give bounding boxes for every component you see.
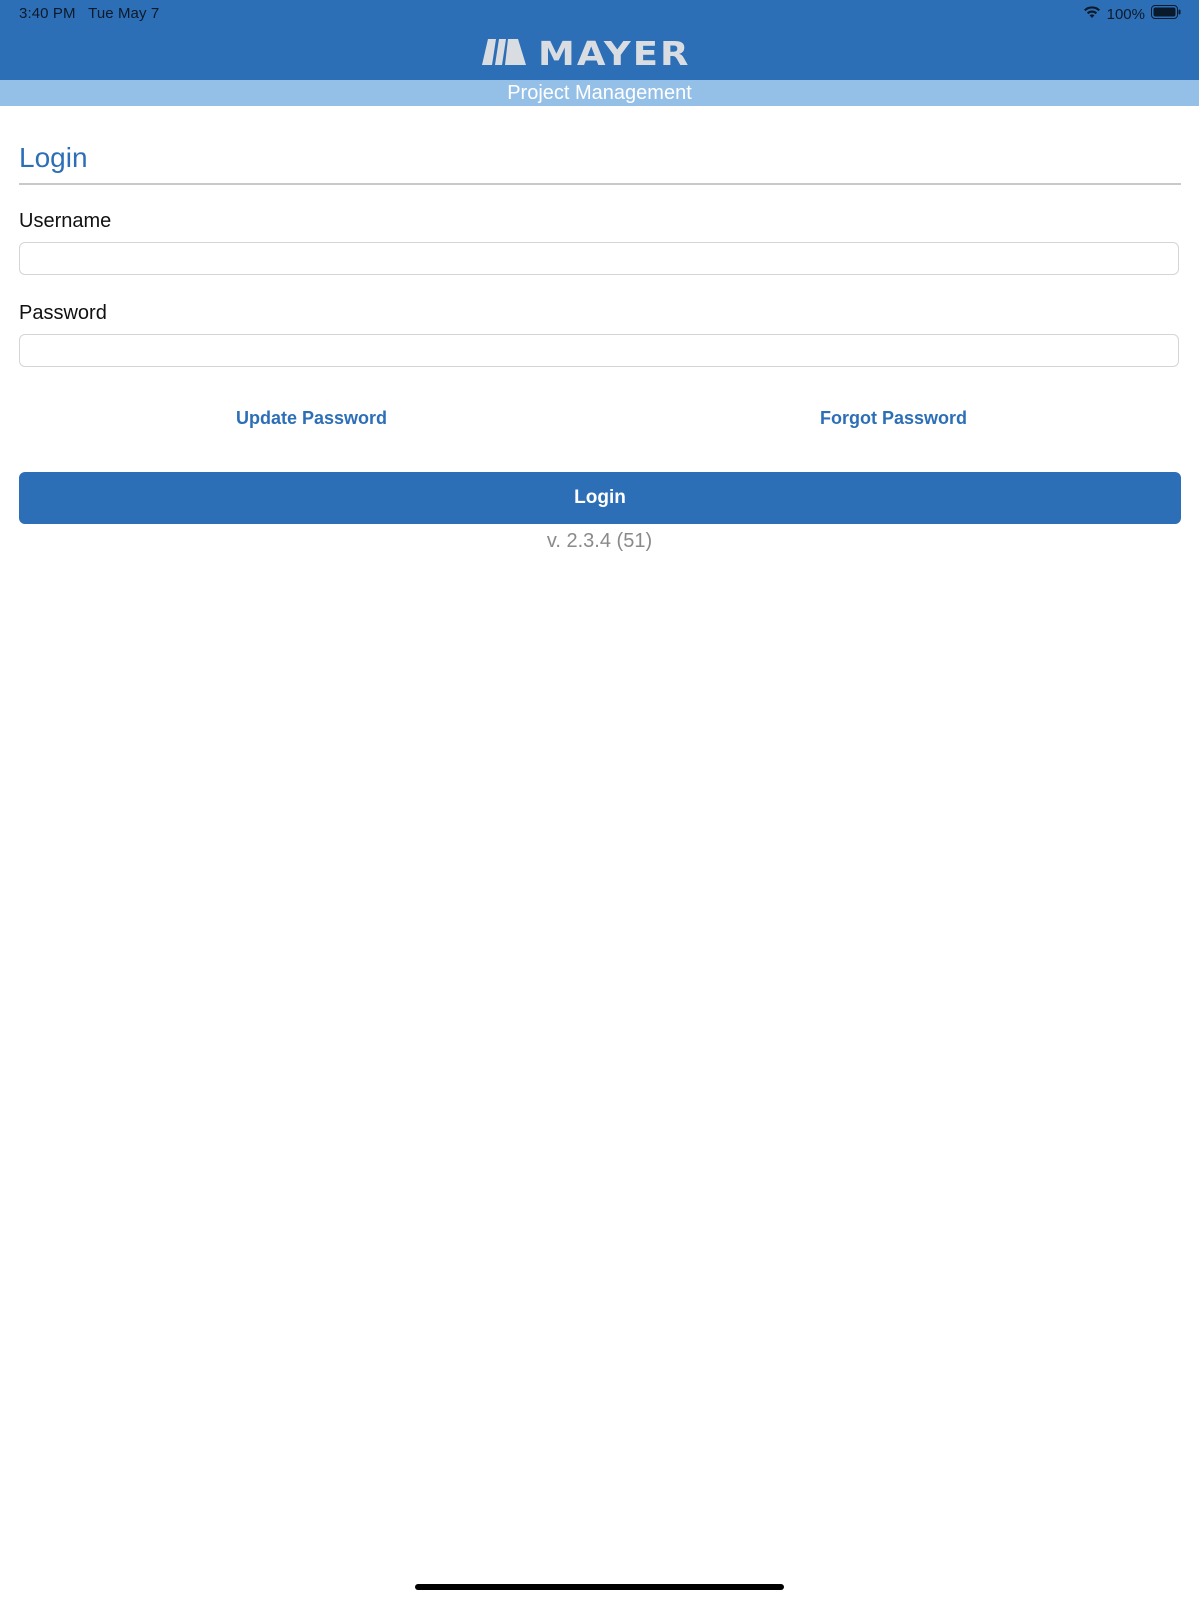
home-indicator[interactable] — [415, 1584, 784, 1590]
wifi-icon — [1083, 5, 1101, 23]
app-version: v. 2.3.4 (51) — [546, 530, 653, 552]
app-subtitle: Project Management — [507, 82, 692, 104]
brand-logo: MAYER — [480, 34, 720, 73]
battery-percent: 100% — [1106, 5, 1145, 23]
username-input[interactable] — [19, 242, 1179, 275]
status-bar-left: 3:40 PM Tue May 7 — [19, 5, 159, 22]
title-divider — [19, 183, 1181, 185]
battery-icon — [1151, 5, 1181, 23]
forgot-password-link[interactable]: Forgot Password — [820, 408, 967, 429]
status-bar-right: 100% — [1083, 5, 1181, 23]
mayer-mark-icon — [480, 38, 528, 70]
username-label: Username — [19, 210, 112, 232]
update-password-link[interactable]: Update Password — [236, 408, 387, 429]
page-title: Login — [19, 142, 88, 173]
app-subtitle-bar: Project Management — [0, 80, 1199, 106]
brand-wordmark: MAYER — [538, 34, 691, 73]
login-button[interactable]: Login — [19, 472, 1181, 524]
password-label: Password — [19, 302, 107, 324]
top-bar: 3:40 PM Tue May 7 100% MAYER — [0, 0, 1199, 80]
password-input[interactable] — [19, 334, 1179, 367]
status-date: Tue May 7 — [88, 5, 160, 22]
status-time: 3:40 PM — [19, 5, 76, 22]
